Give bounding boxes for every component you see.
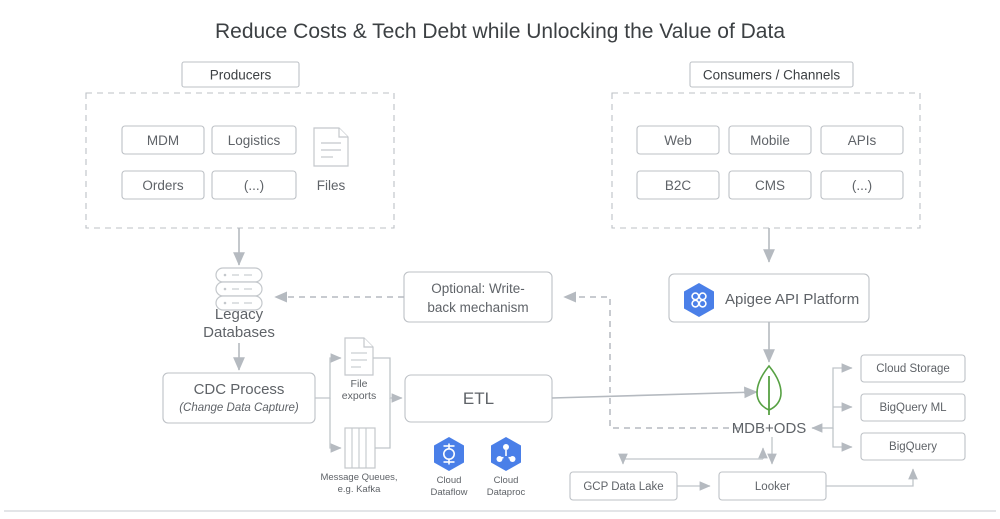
dataflow-label-line2: Dataflow bbox=[431, 487, 468, 498]
producers-group: Producers MDM Logistics Orders (...) Fil… bbox=[85, 61, 395, 229]
bigquery-ml-node[interactable]: BigQuery ML bbox=[860, 393, 966, 422]
legacy-databases-node: Legacy Databases bbox=[203, 267, 275, 341]
connector-looker-to-bigquery bbox=[826, 468, 918, 487]
file-exports-node: File exports bbox=[342, 337, 376, 402]
cloud-storage-label: Cloud Storage bbox=[876, 363, 950, 375]
consumer-label-web: Web bbox=[664, 133, 692, 148]
cdc-process-node[interactable]: CDC Process (Change Data Capture) bbox=[162, 372, 316, 424]
looker-node[interactable]: Looker bbox=[718, 471, 827, 501]
consumers-dashed-container bbox=[611, 92, 921, 229]
producer-label-files: Files bbox=[317, 178, 346, 193]
mdb-ods-node: MDB+ODS bbox=[732, 364, 807, 437]
dataflow-label-line1: Cloud bbox=[437, 475, 462, 486]
connector-cdc-to-message-queues bbox=[329, 398, 342, 453]
gcp-data-lake-node[interactable]: GCP Data Lake bbox=[569, 471, 678, 501]
dataproc-label-line1: Cloud bbox=[494, 475, 519, 486]
producer-label-orders: Orders bbox=[142, 178, 184, 193]
file-exports-label-line1: File bbox=[351, 378, 368, 390]
document-icon bbox=[344, 337, 374, 376]
legacy-databases-label-line1: Legacy bbox=[215, 306, 264, 323]
gcp-service-dataproc: Cloud Dataproc bbox=[487, 437, 526, 498]
cdc-process-subtitle: (Change Data Capture) bbox=[179, 402, 299, 414]
looker-label: Looker bbox=[755, 481, 790, 493]
connector-bus-to-cloud-storage bbox=[812, 363, 853, 429]
consumer-label-b2c: B2C bbox=[665, 178, 692, 193]
cloud-storage-node[interactable]: Cloud Storage bbox=[860, 354, 966, 383]
consumer-label-mobile: Mobile bbox=[750, 133, 790, 148]
dataproc-label-line2: Dataproc bbox=[487, 487, 526, 498]
producer-label-mdm: MDM bbox=[147, 133, 179, 148]
page-title: Reduce Costs & Tech Debt while Unlocking… bbox=[215, 20, 785, 43]
bigquery-ml-label: BigQuery ML bbox=[879, 402, 947, 414]
write-back-label-line1: Optional: Write- bbox=[431, 281, 525, 296]
bigquery-label: BigQuery bbox=[889, 441, 937, 453]
gcp-service-dataflow: Cloud Dataflow bbox=[431, 437, 468, 498]
connector-etl-to-mdb bbox=[551, 386, 758, 399]
consumers-group: Consumers / Channels Web Mobile APIs B2C… bbox=[611, 61, 921, 229]
file-exports-label-line2: exports bbox=[342, 390, 376, 402]
connector-cdc-to-file-exports bbox=[315, 353, 342, 399]
message-queues-node: Message Queues, e.g. Kafka bbox=[320, 427, 398, 495]
write-back-label-line2: back mechanism bbox=[427, 300, 528, 315]
apigee-node[interactable]: Apigee API Platform bbox=[668, 273, 870, 323]
producer-label-etc: (...) bbox=[244, 178, 264, 193]
connector-message-queues-to-etl bbox=[375, 398, 391, 449]
document-icon bbox=[313, 127, 349, 167]
architecture-diagram: Reduce Costs & Tech Debt while Unlocking… bbox=[4, 20, 996, 512]
cloud-dataflow-hexagon-icon bbox=[434, 437, 464, 471]
write-back-node[interactable]: Optional: Write- back mechanism bbox=[403, 271, 553, 323]
mdb-ods-label: MDB+ODS bbox=[732, 420, 807, 437]
apigee-label: Apigee API Platform bbox=[725, 291, 859, 308]
producer-label-logistics: Logistics bbox=[228, 133, 281, 148]
database-stack-icon bbox=[215, 267, 263, 311]
message-queues-label-line1: Message Queues, bbox=[320, 472, 397, 483]
mongodb-leaf-icon bbox=[756, 364, 782, 415]
etl-label: ETL bbox=[463, 389, 494, 408]
connector-bus-to-bigquery bbox=[832, 428, 853, 452]
consumer-label-etc: (...) bbox=[852, 178, 872, 193]
connector-file-exports-to-etl bbox=[373, 357, 403, 403]
connector-mdb-to-gcp-data-lake bbox=[618, 453, 763, 465]
consumer-label-cms: CMS bbox=[755, 178, 785, 193]
message-queues-label-line2: e.g. Kafka bbox=[338, 484, 381, 495]
etl-node[interactable]: ETL bbox=[404, 374, 553, 423]
consumer-label-apis: APIs bbox=[848, 133, 877, 148]
cdc-process-title: CDC Process bbox=[194, 381, 285, 398]
producers-group-label: Producers bbox=[210, 68, 272, 83]
consumers-group-label: Consumers / Channels bbox=[703, 68, 841, 83]
bigquery-node[interactable]: BigQuery bbox=[860, 432, 966, 461]
queue-icon bbox=[344, 427, 376, 469]
gcp-data-lake-label: GCP Data Lake bbox=[583, 481, 663, 493]
legacy-databases-label-line2: Databases bbox=[203, 324, 275, 341]
